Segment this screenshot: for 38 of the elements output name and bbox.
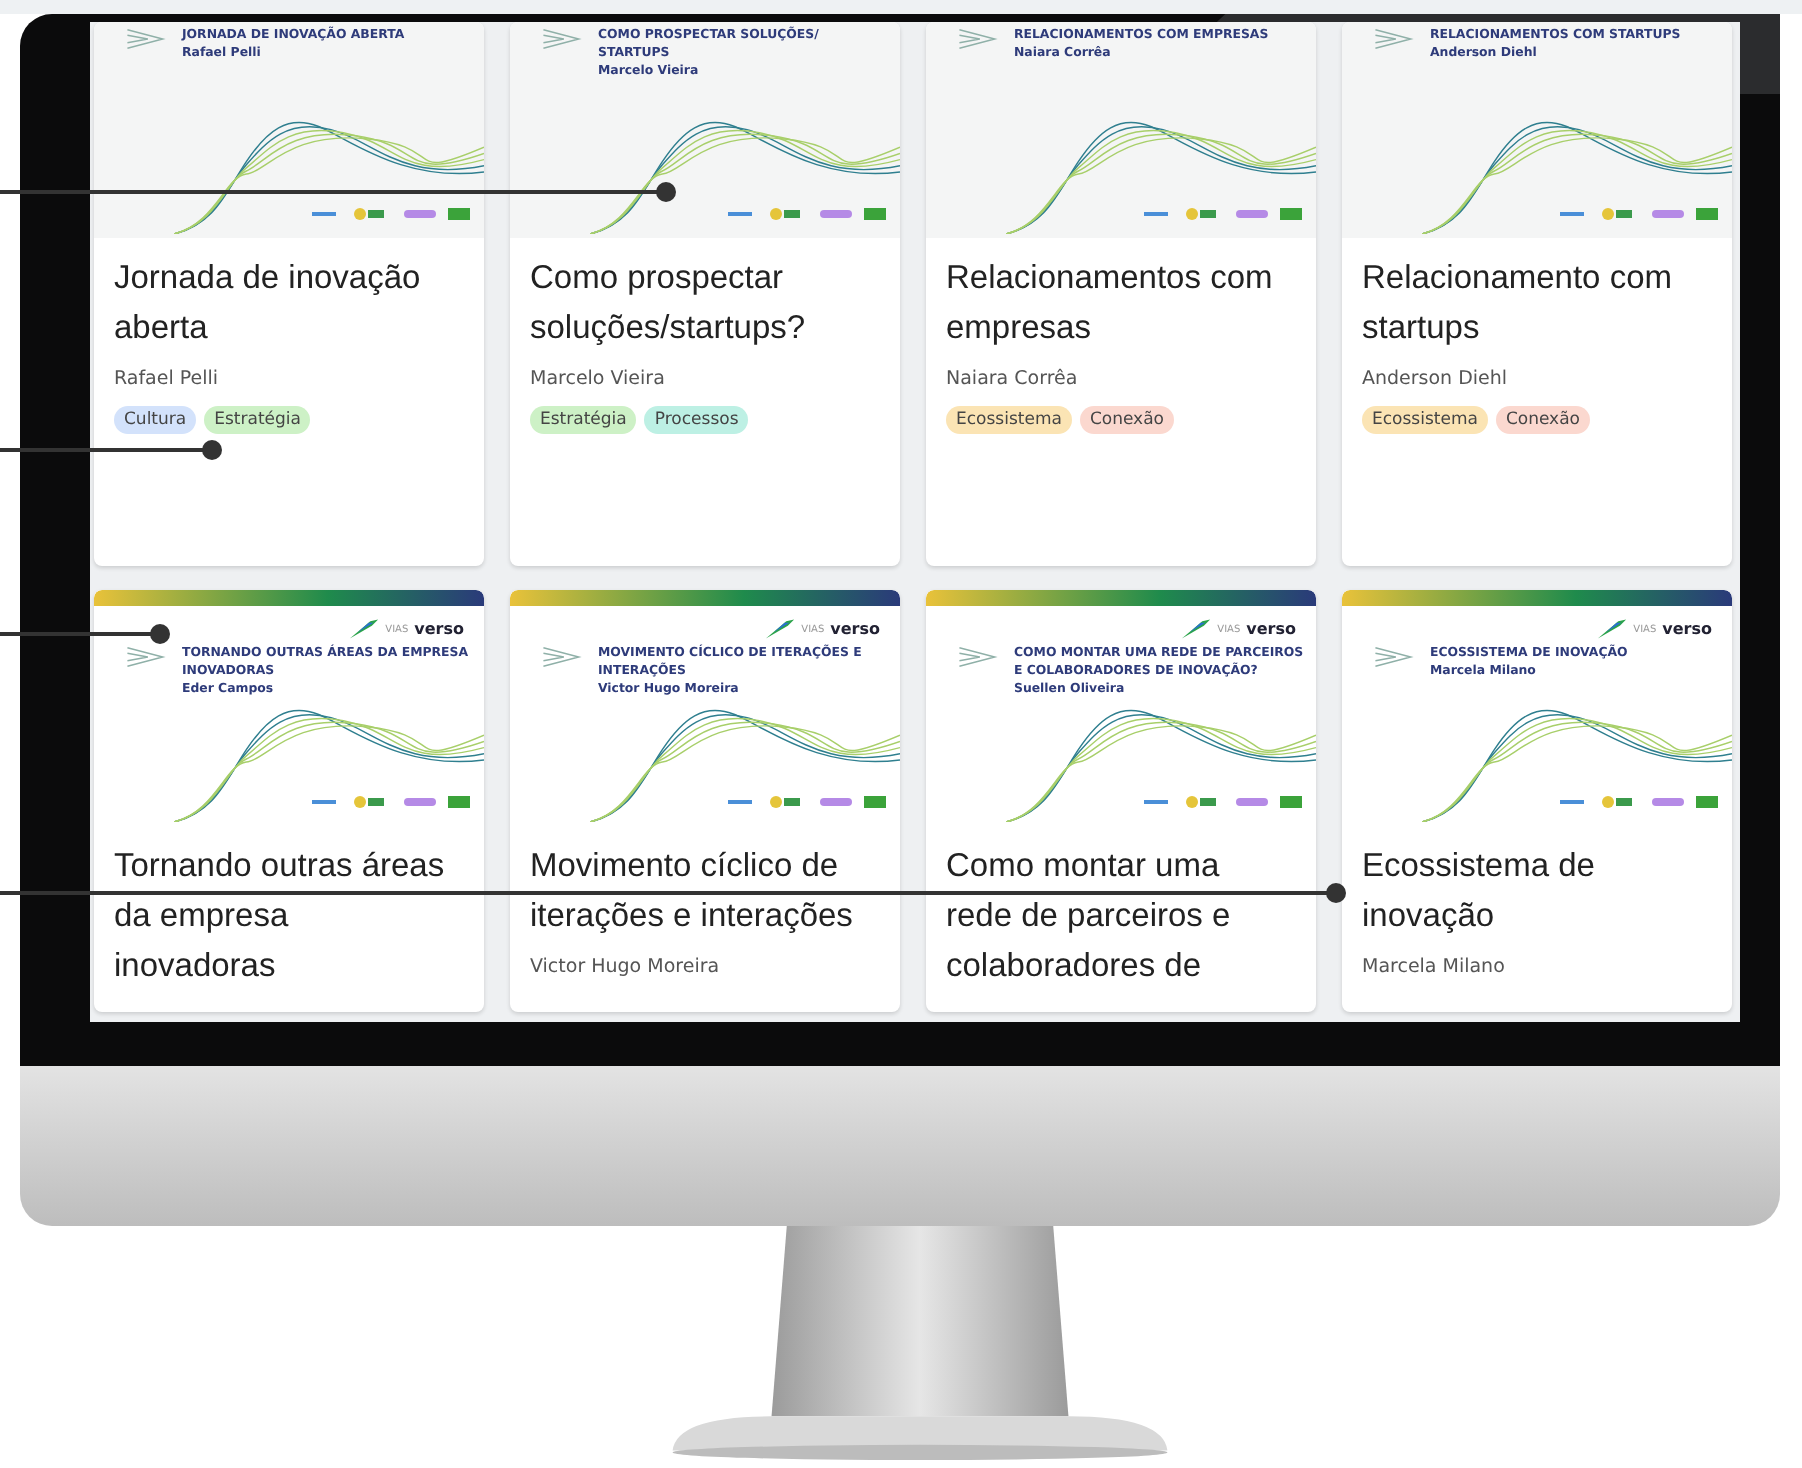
- brand-name: verso: [830, 620, 880, 638]
- bird-logo-icon: [347, 618, 380, 640]
- course-title: Como montar uma rede de parceiros e colaboradores de: [946, 846, 1233, 988]
- course-title: Como prospectar soluções/startups?: [530, 258, 808, 350]
- course-title: Relacionamento com startups: [1362, 258, 1674, 350]
- tag: Conexão: [1495, 406, 1590, 434]
- tag: Cultura: [114, 406, 197, 434]
- chevron-icon: [122, 26, 170, 52]
- bird-logo-icon: [1595, 618, 1628, 640]
- brand-name: verso: [1246, 620, 1296, 638]
- course-title: Tornando outras áreas da empresa inovadoras: [114, 846, 447, 988]
- tag: Ecossistema: [946, 406, 1072, 434]
- course-author: Anderson Diehl: [1362, 368, 1510, 390]
- tag: Estratégia: [204, 406, 311, 434]
- course-title: Movimento cíclico de iterações e interações: [530, 846, 855, 938]
- course-title: Ecossistema de inovação: [1362, 846, 1597, 938]
- bird-logo-icon: [763, 618, 796, 640]
- tag: Estratégia: [530, 406, 637, 434]
- chevron-icon: [538, 644, 586, 670]
- course-author: Victor Hugo Moreira: [530, 956, 722, 978]
- tag: Conexão: [1079, 406, 1174, 434]
- course-author: Marcela Milano: [1362, 956, 1507, 978]
- chevron-icon: [1370, 644, 1418, 670]
- course-author: Naiara Corrêa: [946, 368, 1080, 390]
- brand-name: verso: [1662, 620, 1712, 638]
- chevron-icon: [538, 26, 586, 52]
- chevron-icon: [954, 644, 1002, 670]
- tag: Ecossistema: [1362, 406, 1488, 434]
- chevron-icon: [954, 26, 1002, 52]
- course-author: Marcelo Vieira: [530, 368, 667, 390]
- course-title: Jornada de inovação aberta: [114, 258, 423, 350]
- chevron-icon: [1370, 26, 1418, 52]
- course-title: Relacionamentos com empresas: [946, 258, 1275, 350]
- brand-name: verso: [414, 620, 464, 638]
- course-author: Rafael Pelli: [114, 368, 221, 390]
- bird-logo-icon: [1179, 618, 1212, 640]
- chevron-icon: [122, 644, 170, 670]
- tag: Processos: [644, 406, 749, 434]
